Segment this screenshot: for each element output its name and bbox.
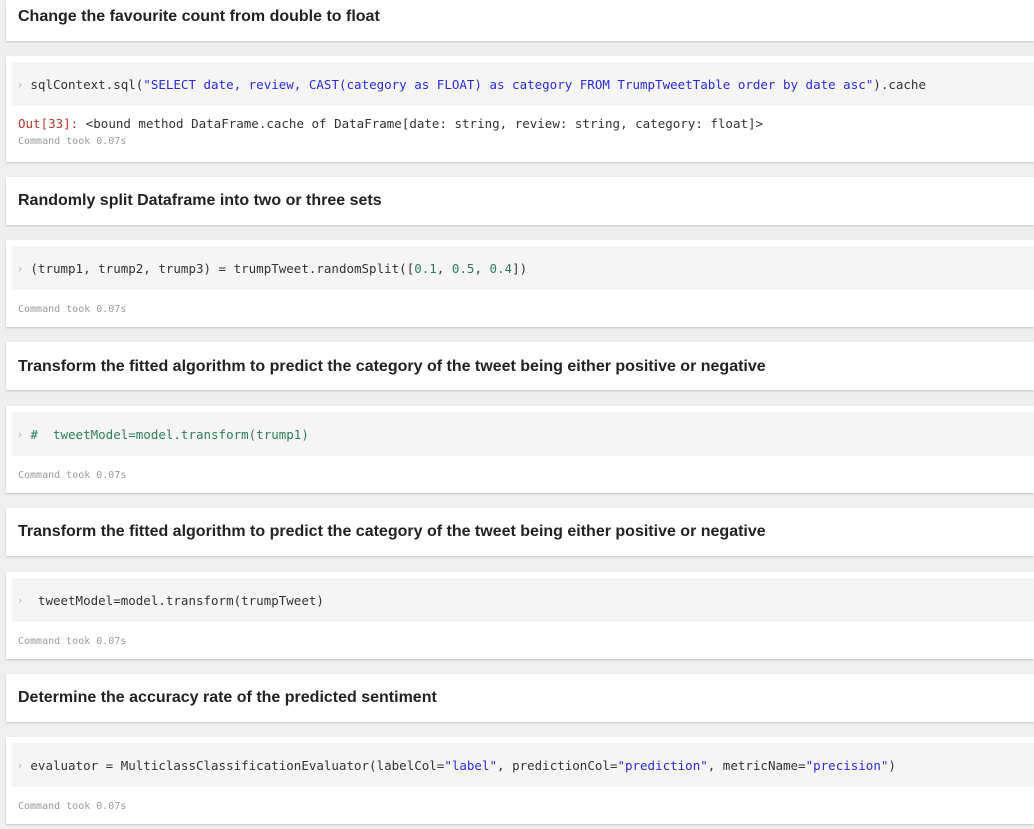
markdown-cell[interactable]: Determine the accuracy rate of the predi…: [6, 674, 1034, 722]
chevron-right-icon: ›: [18, 758, 23, 772]
code-token: 0.1: [414, 260, 437, 276]
cell-heading: Determine the accuracy rate of the predi…: [18, 689, 437, 706]
notebook: Change the favourite count from double t…: [0, 0, 1034, 829]
markdown-cell[interactable]: Transform the fitted algorithm to predic…: [6, 342, 1034, 390]
code-cell[interactable]: › # tweetModel=model.transform(trump1) C…: [6, 406, 1034, 493]
code-token: 0.5: [451, 260, 475, 276]
code-token: ]): [512, 260, 528, 276]
cell-heading: Transform the fitted algorithm to predic…: [18, 358, 766, 375]
code-line: (trump1, trump2, trump3) = trumpTweet.ra…: [30, 261, 527, 276]
code-cell[interactable]: › evaluator = MulticlassClassificationEv…: [6, 737, 1034, 824]
code-token: "precision": [805, 757, 889, 773]
cell-heading: Change the favourite count from double t…: [18, 8, 380, 25]
code-line: # tweetModel=model.transform(trump1): [30, 427, 308, 442]
code-editor[interactable]: › evaluator = MulticlassClassificationEv…: [12, 743, 1034, 787]
code-token: "SELECT date, review, CAST(category as F…: [143, 76, 874, 92]
code-token: "prediction": [617, 757, 708, 773]
code-token: tweetModel=model.transform(trumpTweet): [30, 592, 324, 608]
code-token: sqlContext.sql(: [30, 76, 144, 92]
code-line: evaluator = MulticlassClassificationEval…: [30, 758, 896, 773]
code-cell[interactable]: › sqlContext.sql("SELECT date, review, C…: [6, 56, 1034, 162]
code-token: ,: [474, 260, 490, 276]
markdown-cell[interactable]: Change the favourite count from double t…: [6, 0, 1034, 41]
command-status: Command took 0.07s: [18, 470, 127, 481]
markdown-cell[interactable]: Randomly split Dataframe into two or thr…: [6, 177, 1034, 225]
markdown-cell[interactable]: Transform the fitted algorithm to predic…: [6, 508, 1034, 556]
chevron-right-icon: ›: [18, 261, 23, 275]
code-token: evaluator = MulticlassClassificationEval…: [30, 757, 445, 773]
code-token: ).cache: [873, 76, 926, 92]
command-status: Command took 0.07s: [18, 304, 127, 315]
code-line: tweetModel=model.transform(trumpTweet): [30, 593, 324, 608]
cell-output: Out[33]: <bound method DataFrame.cache o…: [18, 116, 1034, 132]
code-token: "label": [444, 757, 498, 773]
code-token: 0.4: [489, 260, 513, 276]
code-editor[interactable]: › (trump1, trump2, trump3) = trumpTweet.…: [12, 246, 1034, 290]
cell-heading: Transform the fitted algorithm to predic…: [18, 523, 766, 540]
output-text: <bound method DataFrame.cache of DataFra…: [78, 116, 764, 131]
code-editor[interactable]: › sqlContext.sql("SELECT date, review, C…: [12, 62, 1034, 106]
output-prompt: Out[33]:: [18, 116, 79, 131]
chevron-right-icon: ›: [18, 427, 23, 441]
code-cell[interactable]: › tweetModel=model.transform(trumpTweet)…: [6, 572, 1034, 659]
code-token: # tweetModel=model.transform(trump1): [30, 426, 309, 442]
code-token: , metricName=: [707, 757, 806, 773]
code-line: sqlContext.sql("SELECT date, review, CAS…: [30, 77, 926, 92]
code-token: ,: [436, 260, 452, 276]
chevron-right-icon: ›: [18, 593, 23, 607]
code-editor[interactable]: › tweetModel=model.transform(trumpTweet): [12, 578, 1034, 622]
code-token: ): [888, 757, 896, 773]
command-status: Command took 0.07s: [18, 801, 127, 812]
command-status: Command took 0.07s: [18, 136, 127, 147]
code-token: , predictionCol=: [497, 757, 618, 773]
chevron-right-icon: ›: [18, 77, 23, 91]
code-cell[interactable]: › (trump1, trump2, trump3) = trumpTweet.…: [6, 240, 1034, 327]
command-status: Command took 0.07s: [18, 636, 127, 647]
code-editor[interactable]: › # tweetModel=model.transform(trump1): [12, 412, 1034, 456]
code-token: (trump1, trump2, trump3) = trumpTweet.ra…: [30, 260, 415, 276]
cell-heading: Randomly split Dataframe into two or thr…: [18, 192, 382, 209]
